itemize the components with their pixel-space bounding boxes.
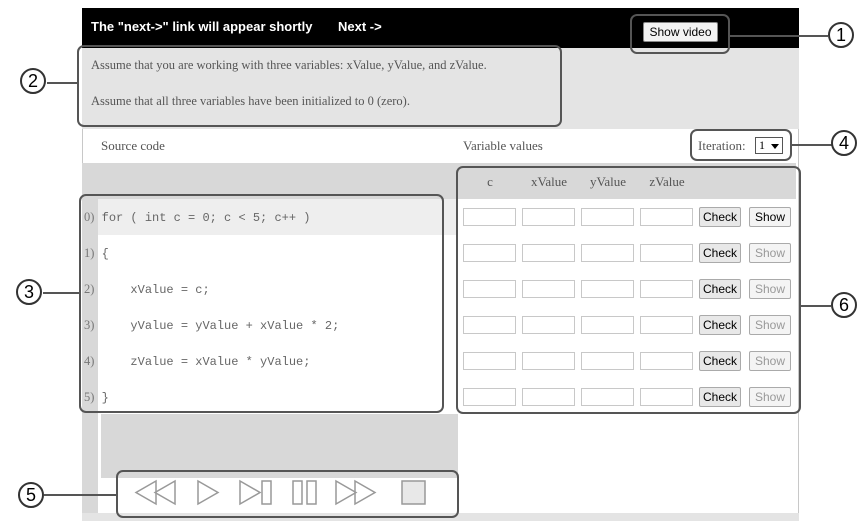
callout-box-3 [79, 194, 444, 413]
callout-marker-5: 5 [18, 482, 44, 508]
callout-line-2 [47, 82, 77, 84]
callout-box-5 [116, 470, 459, 518]
callout-line-6 [801, 305, 831, 307]
callout-marker-4: 4 [831, 130, 857, 156]
callout-box-6 [456, 166, 801, 414]
next-link[interactable]: Next -> [338, 19, 382, 34]
callout-marker-6: 6 [831, 292, 857, 318]
code-footer-band [101, 414, 458, 478]
topbar-message: The "next->" link will appear shortly [91, 19, 313, 34]
callout-line-1 [730, 35, 828, 37]
callout-line-3 [43, 292, 79, 294]
callout-marker-3: 3 [16, 279, 42, 305]
callout-marker-2: 2 [20, 68, 46, 94]
callout-box-1 [630, 14, 730, 54]
callout-box-4 [690, 129, 792, 161]
callout-line-5 [44, 494, 116, 496]
variable-values-heading: Variable values [463, 138, 543, 153]
callout-marker-1: 1 [828, 22, 854, 48]
callout-box-2 [77, 45, 562, 127]
source-code-heading: Source code [101, 138, 165, 153]
callout-line-4 [792, 144, 832, 146]
